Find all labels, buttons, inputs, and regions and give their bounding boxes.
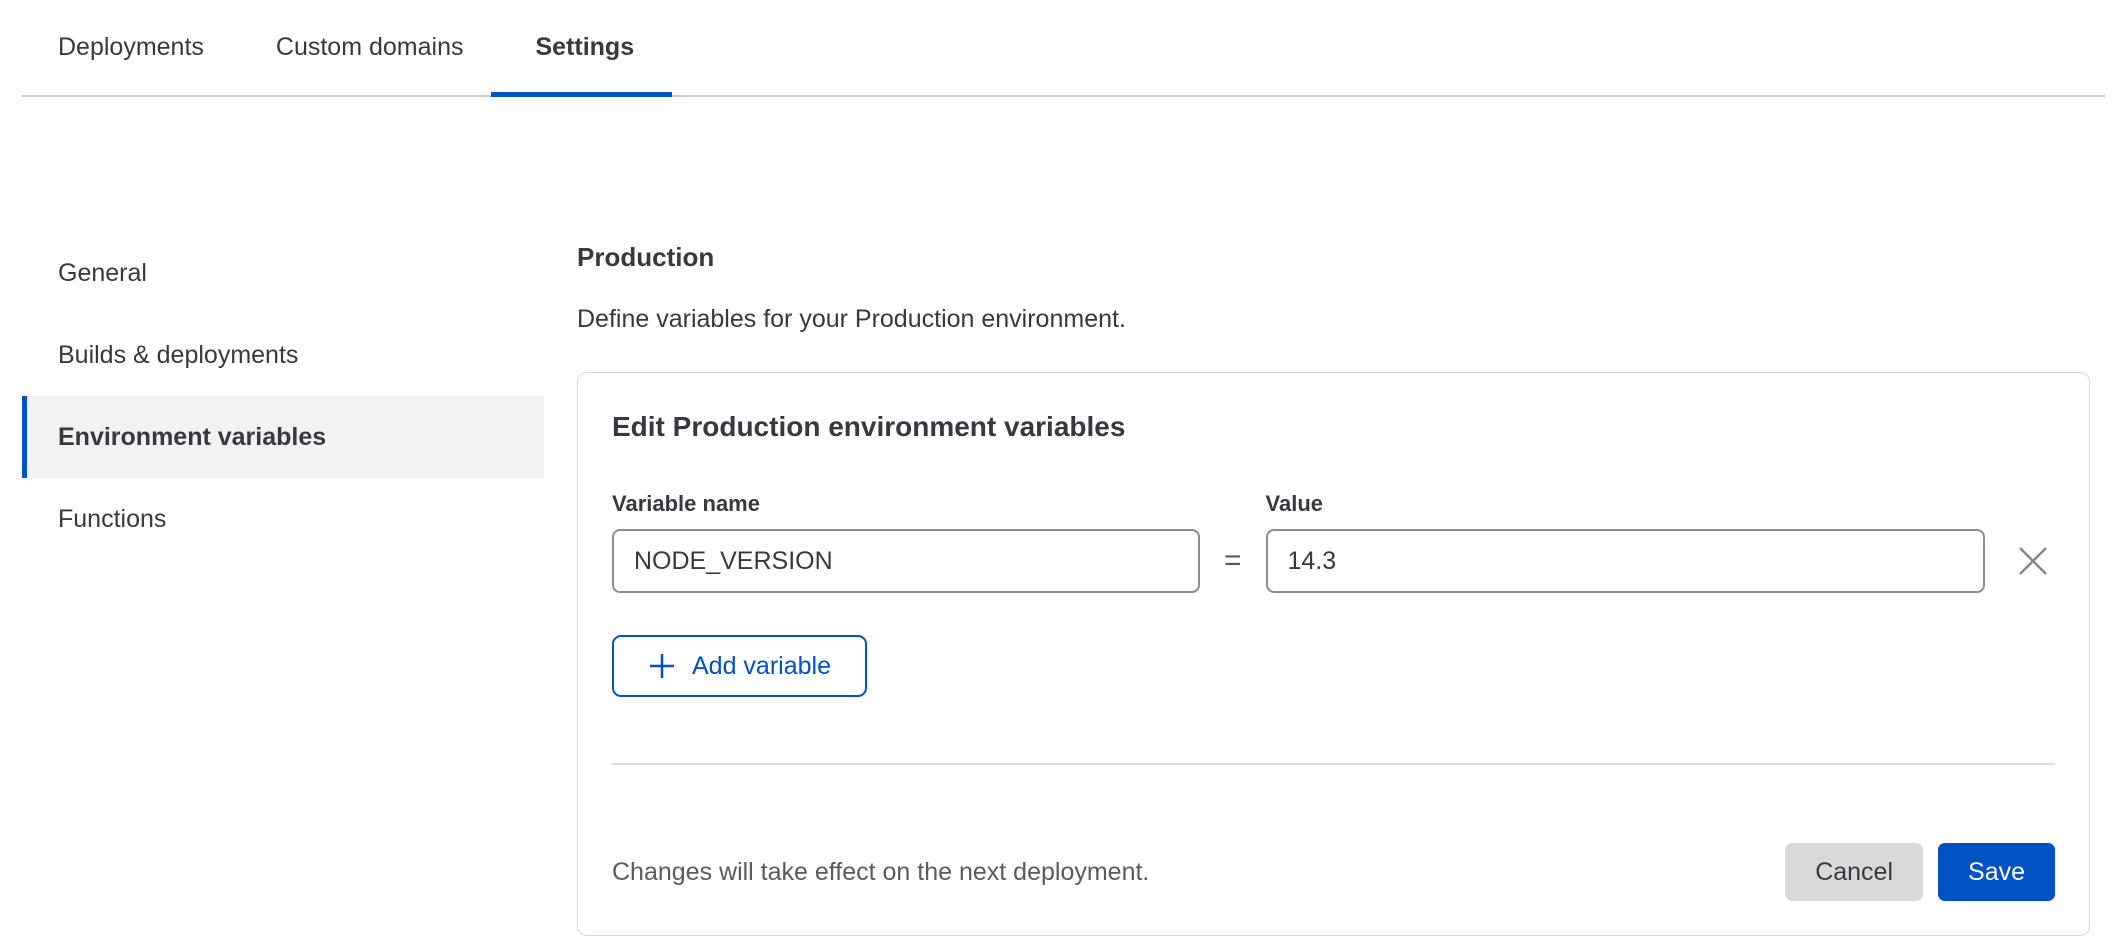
section-description: Define variables for your Production env… xyxy=(577,305,2090,334)
add-variable-label: Add variable xyxy=(692,652,831,681)
add-variable-button[interactable]: Add variable xyxy=(612,635,867,697)
close-icon xyxy=(2016,544,2050,578)
remove-variable-button[interactable] xyxy=(2011,529,2055,593)
sidebar-item-environment-variables[interactable]: Environment variables xyxy=(22,396,544,478)
sidebar-item-builds-deployments-label: Builds & deployments xyxy=(58,341,298,370)
section-title: Production xyxy=(577,242,2090,273)
sidebar-item-environment-variables-label: Environment variables xyxy=(58,423,326,452)
footer-note: Changes will take effect on the next dep… xyxy=(612,858,1149,887)
sidebar-item-functions[interactable]: Functions xyxy=(22,478,544,560)
card-divider xyxy=(612,763,2055,765)
environment-variables-panel: Production Define variables for your Pro… xyxy=(577,232,2090,936)
variable-name-input[interactable] xyxy=(612,529,1200,593)
top-tab-bar: Deployments Custom domains Settings xyxy=(22,0,2105,97)
sidebar-item-general-label: General xyxy=(58,259,147,288)
card-footer: Changes will take effect on the next dep… xyxy=(612,843,2055,901)
variable-value-field: Value xyxy=(1266,491,1985,593)
tab-settings-label: Settings xyxy=(535,33,634,62)
sidebar-item-functions-label: Functions xyxy=(58,505,166,534)
value-label: Value xyxy=(1266,491,1985,517)
sidebar-item-general[interactable]: General xyxy=(22,232,544,314)
variable-name-field: Variable name xyxy=(612,491,1200,593)
settings-content: General Builds & deployments Environment… xyxy=(0,97,2121,936)
variable-name-label: Variable name xyxy=(612,491,1200,517)
tab-settings[interactable]: Settings xyxy=(505,0,664,95)
footer-actions: Cancel Save xyxy=(1785,843,2055,901)
save-button[interactable]: Save xyxy=(1938,843,2055,901)
tab-custom-domains-label: Custom domains xyxy=(276,33,464,62)
tab-deployments-label: Deployments xyxy=(58,33,204,62)
sidebar-item-builds-deployments[interactable]: Builds & deployments xyxy=(22,314,544,396)
tab-custom-domains[interactable]: Custom domains xyxy=(246,0,494,95)
variable-row: Variable name = Value xyxy=(612,491,2055,593)
card-title: Edit Production environment variables xyxy=(612,411,2055,443)
value-input[interactable] xyxy=(1266,529,1985,593)
pages-project-settings-page: Deployments Custom domains Settings Gene… xyxy=(0,0,2121,936)
settings-sidebar: General Builds & deployments Environment… xyxy=(22,232,544,560)
active-tab-underline xyxy=(491,92,672,97)
plus-icon xyxy=(648,652,676,680)
tab-deployments[interactable]: Deployments xyxy=(28,0,234,95)
cancel-button[interactable]: Cancel xyxy=(1785,843,1923,901)
equals-sign: = xyxy=(1200,529,1266,593)
edit-environment-variables-card: Edit Production environment variables Va… xyxy=(577,372,2090,936)
